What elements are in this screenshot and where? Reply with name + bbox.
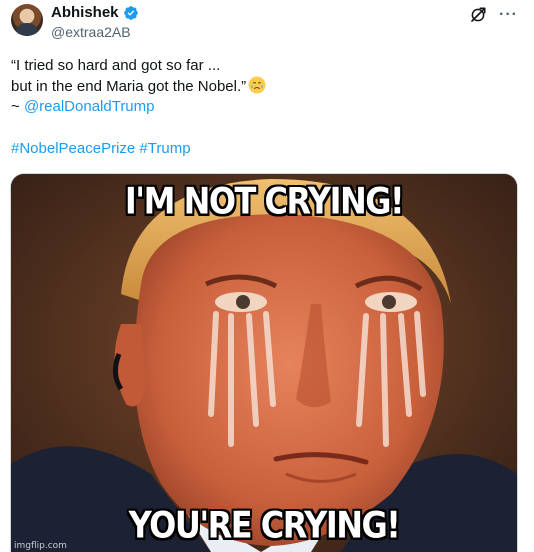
tweet-line-1: “I tried so hard and got so far ...: [11, 57, 221, 74]
tweet-line-2-text: but in the end Maria got the Nobel.”: [11, 78, 247, 95]
meme-image: [11, 174, 517, 552]
author-handle[interactable]: @extraa2AB: [51, 24, 131, 40]
avatar[interactable]: [11, 4, 43, 36]
author-name[interactable]: Abhishek: [51, 4, 119, 21]
hashtag-link[interactable]: #NobelPeacePrize: [11, 140, 135, 157]
tweet-media[interactable]: I'M NOT CRYING! YOU'RE CRYING! imgflip.c…: [10, 173, 518, 552]
more-options-icon[interactable]: ···: [499, 6, 518, 24]
author-name-row: Abhishek: [51, 4, 139, 21]
grok-icon[interactable]: [469, 6, 487, 24]
tweet-line-3-prefix: ~: [11, 98, 24, 115]
tweet-line-3: ~ @realDonaldTrump: [11, 97, 511, 117]
mention-link[interactable]: @realDonaldTrump: [24, 98, 155, 115]
tweet[interactable]: Abhishek @extraa2AB ··· “I tried so hard…: [0, 0, 534, 552]
verified-badge-icon: [123, 5, 138, 20]
tweet-actions-top: ···: [469, 6, 518, 24]
meme-caption-top: I'M NOT CRYING!: [124, 179, 405, 223]
face-holding-back-tears-icon: [248, 76, 266, 94]
meme-caption-bottom: YOU'RE CRYING!: [128, 503, 401, 547]
watermark: imgflip.com: [14, 541, 67, 551]
tweet-text: “I tried so hard and got so far ... but …: [11, 56, 511, 117]
hashtag-link[interactable]: #Trump: [139, 140, 190, 157]
tweet-line-2: but in the end Maria got the Nobel.”: [11, 76, 511, 97]
hashtags: #NobelPeacePrize #Trump: [11, 140, 191, 157]
